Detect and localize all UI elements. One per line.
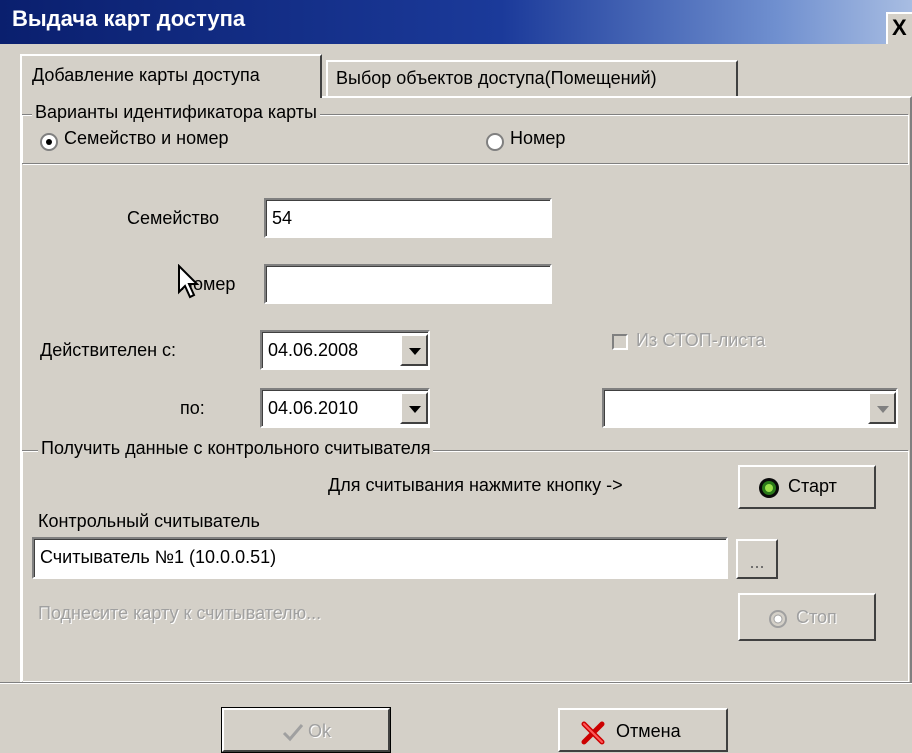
mouse-cursor-icon bbox=[178, 264, 200, 299]
record-led-icon bbox=[769, 610, 787, 628]
radio-family-and-number-label[interactable]: Семейство и номер bbox=[64, 128, 228, 149]
reader-group: Получить данные с контрольного считывате… bbox=[22, 438, 908, 681]
reader-status-text: Поднесите карту к считывателю... bbox=[38, 603, 322, 623]
checkmark-icon bbox=[282, 724, 304, 742]
reader-label: Контрольный считыватель bbox=[38, 511, 260, 531]
id-variants-legend: Варианты идентификатора карты bbox=[32, 102, 320, 123]
family-input[interactable]: 54 bbox=[264, 198, 552, 238]
red-x-icon bbox=[581, 721, 605, 745]
stop-button[interactable]: Стоп bbox=[738, 593, 876, 641]
reader-hint: Для считывания нажмите кнопку -> bbox=[328, 475, 623, 495]
chevron-down-icon bbox=[877, 406, 889, 413]
start-button-label: Старт bbox=[788, 476, 837, 496]
close-button[interactable]: X bbox=[886, 12, 912, 46]
stop-button-label: Стоп bbox=[796, 607, 837, 627]
radio-selected-dot bbox=[46, 139, 52, 145]
cancel-button-label: Отмена bbox=[616, 721, 681, 741]
radio-family-and-number[interactable] bbox=[40, 133, 58, 151]
chevron-down-icon bbox=[409, 348, 421, 355]
tab-panel-add-card: Варианты идентификатора карты Семейство … bbox=[20, 96, 912, 684]
record-led-icon bbox=[759, 478, 779, 498]
stoplist-label: Из СТОП-листа bbox=[636, 330, 766, 350]
dialog-body: Добавление карты доступа Выбор объектов … bbox=[0, 44, 912, 753]
family-label: Семейство bbox=[127, 208, 220, 228]
window-title: Выдача карт доступа bbox=[12, 6, 246, 31]
ok-button[interactable]: Ok bbox=[221, 707, 391, 753]
browse-reader-button[interactable]: ... bbox=[736, 539, 778, 579]
valid-to-dropdown-button[interactable] bbox=[400, 392, 428, 424]
radio-number-label[interactable]: Номер bbox=[510, 128, 565, 149]
number-input[interactable] bbox=[264, 264, 552, 304]
start-button[interactable]: Старт bbox=[738, 465, 876, 509]
chevron-down-icon bbox=[409, 406, 421, 413]
stoplist-select[interactable] bbox=[602, 388, 898, 428]
dialog-window: Выдача карт доступа X Добавление карты д… bbox=[0, 0, 912, 753]
stoplist-dropdown-button[interactable] bbox=[868, 392, 896, 424]
reader-group-legend: Получить данные с контрольного считывате… bbox=[38, 438, 434, 459]
id-variants-group: Варианты идентификатора карты Семейство … bbox=[22, 102, 908, 164]
cancel-button[interactable]: Отмена bbox=[558, 708, 728, 752]
footer-separator bbox=[0, 682, 912, 684]
tab-add-card[interactable]: Добавление карты доступа bbox=[20, 54, 322, 98]
title-bar[interactable]: Выдача карт доступа X bbox=[0, 0, 912, 46]
tab-access-objects[interactable]: Выбор объектов доступа(Помещений) bbox=[326, 60, 738, 96]
valid-to-label: по: bbox=[180, 398, 205, 418]
reader-field[interactable]: Считыватель №1 (10.0.0.51) bbox=[32, 537, 728, 579]
valid-from-dropdown-button[interactable] bbox=[400, 334, 428, 366]
valid-from-label: Действителен с: bbox=[40, 340, 177, 360]
stoplist-checkbox[interactable] bbox=[612, 334, 628, 350]
radio-number[interactable] bbox=[486, 133, 504, 151]
ok-button-label: Ok bbox=[308, 721, 332, 741]
